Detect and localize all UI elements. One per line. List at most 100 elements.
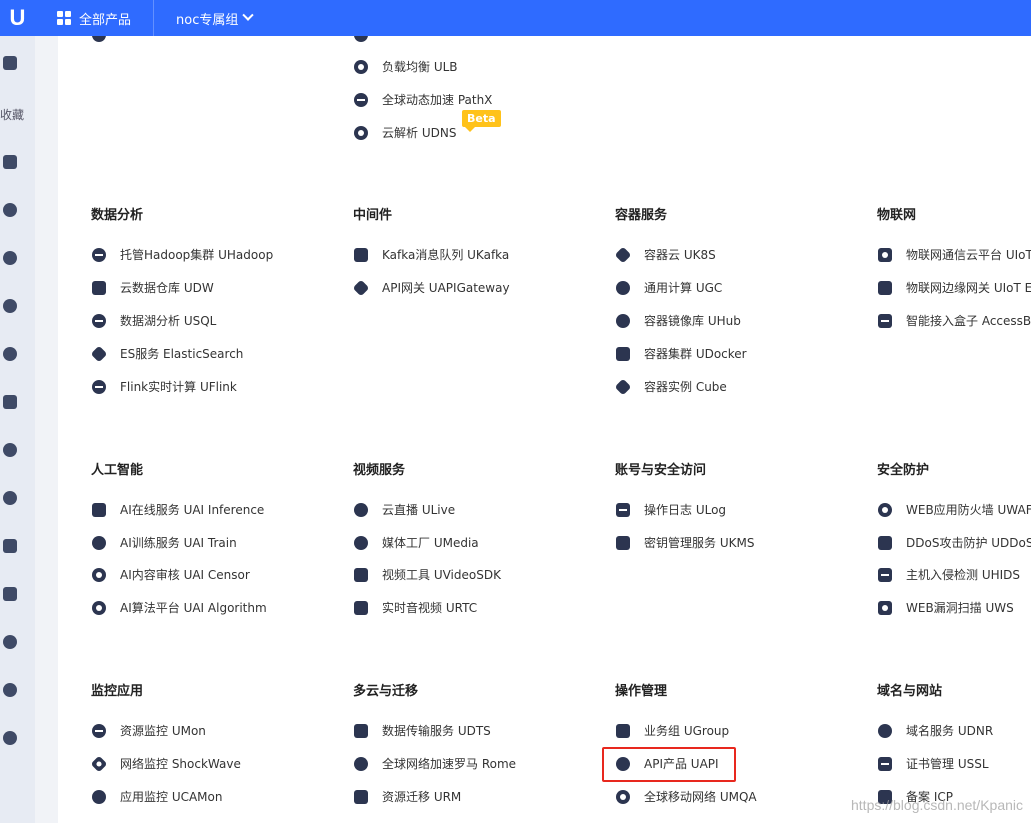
section-title: 视频服务 [353,463,406,478]
grid-icon [57,11,71,25]
sidebar-strip [35,36,58,823]
section-title: 数据分析 [91,208,144,223]
product-item[interactable]: 负载均衡 ULB [354,58,458,75]
product-item[interactable]: AI在线服务 UAI Inference [92,501,264,518]
product-item[interactable]: 云直播 ULive [354,501,455,518]
scan-icon [878,600,892,615]
flink-icon [92,379,106,394]
media-icon [354,535,368,550]
product-item[interactable]: 容器镜像库 UHub [616,312,741,329]
product-item[interactable]: 资源监控 UMon [92,722,206,739]
cluster-icon[interactable] [3,203,17,217]
lake-icon [92,313,106,328]
apps-icon[interactable] [3,539,17,553]
chevron-down-icon [242,9,255,21]
sidebar-favorites[interactable]: 收藏 [0,106,24,123]
globe-icon [878,723,892,738]
k8s-icon [614,246,632,263]
product-item[interactable]: 证书管理 USSL [878,755,989,772]
product-item[interactable]: WEB漏洞扫描 UWS [878,599,1014,616]
product-item[interactable]: API网关 UAPIGateway [352,279,510,296]
section-title: 监控应用 [91,684,144,699]
product-item[interactable]: 应用监控 UCAMon [92,788,223,805]
product-item[interactable]: ES服务 ElasticSearch [90,345,243,362]
mobile-network-icon [616,789,630,804]
product-item[interactable]: 资源迁移 URM [354,788,461,805]
product-item[interactable]: WEB应用防火墙 UWAF [878,501,1031,518]
highlight-box [602,747,736,782]
all-products-label: 全部产品 [79,12,132,28]
ddos-icon [878,535,892,550]
ai-algorithm-icon [92,600,106,615]
docker-icon [616,346,630,361]
log-icon [616,502,630,517]
load-balance-icon[interactable] [3,299,17,313]
product-item[interactable]: 容器实例 Cube [614,378,727,395]
cloud-icon [616,280,630,295]
dns-icon [354,125,368,140]
product-item[interactable]: AI算法平台 UAI Algorithm [92,599,267,616]
product-item[interactable]: 操作日志 ULog [616,501,726,518]
accelerate-icon[interactable] [3,347,17,361]
product-item[interactable]: 物联网通信云平台 UIoT [878,246,1031,263]
product-item[interactable]: DDoS攻击防护 UDDoS [878,534,1031,551]
document-icon[interactable] [3,395,17,409]
load-balance-icon [354,59,368,74]
product-item[interactable]: 托管Hadoop集群 UHadoop [92,246,273,263]
product-item[interactable]: 容器云 UK8S [614,246,716,263]
product-item[interactable]: 域名服务 UDNR [878,722,993,739]
users-icon[interactable] [3,635,17,649]
monitor-icon [92,723,106,738]
section-title: 域名与网站 [877,684,943,699]
section-title: 账号与安全访问 [615,463,707,478]
product-item[interactable]: 业务组 UGroup [616,722,729,739]
product-item[interactable]: Kafka消息队列 UKafka [354,246,509,263]
product-item[interactable]: 全球移动网络 UMQA [616,788,757,805]
product-item[interactable]: 全球动态加速 PathX [354,91,492,108]
product-item[interactable]: 全球网络加速罗马 Rome [354,755,516,772]
product-item[interactable]: 通用计算 UGC [616,279,722,296]
ai-censor-icon [92,567,106,582]
monitor-icon[interactable] [3,56,17,70]
product-item[interactable]: Flink实时计算 UFlink [92,378,237,395]
iot-icon [878,247,892,262]
product-item[interactable]: 网络监控 ShockWave [90,755,241,772]
watermark-text: https://blog.csdn.net/Kpanic [851,797,1023,813]
network-icon[interactable] [3,251,17,265]
product-item[interactable]: 物联网边缘网关 UIoT E [878,279,1031,296]
pulse-icon[interactable] [3,683,17,697]
certificate-icon [878,756,892,771]
app-monitor-icon [92,789,106,804]
product-item[interactable]: 云解析 UDNS [354,124,456,141]
product-item[interactable]: 实时音视频 URTC [354,599,477,616]
product-item[interactable]: 媒体工厂 UMedia [354,534,479,551]
settings-icon[interactable] [3,731,17,745]
project-label: noc专属组 [176,12,239,28]
product-item[interactable]: 数据传输服务 UDTS [354,722,491,739]
warehouse-icon [92,280,106,295]
migrate-icon [354,789,368,804]
server-icon[interactable] [3,155,17,169]
product-item[interactable]: AI内容审核 UAI Censor [92,566,250,583]
product-item[interactable]: 云数据仓库 UDW [92,279,214,296]
all-products-button[interactable]: 全部产品 [35,0,155,36]
product-item[interactable]: 视频工具 UVideoSDK [354,566,501,583]
product-item[interactable]: 主机入侵检测 UHIDS [878,566,1020,583]
product-item[interactable]: 智能接入盒子 AccessB [878,312,1031,329]
top-bar: U 全部产品 noc专属组 [0,0,1031,36]
section-title: 人工智能 [91,463,144,478]
gateway-icon [878,280,892,295]
product-item[interactable]: 密钥管理服务 UKMS [616,534,754,551]
cube-icon [614,378,632,395]
section-title: 中间件 [353,208,393,223]
database-icon[interactable] [3,491,17,505]
shield-icon[interactable] [3,587,17,601]
ai-icon[interactable] [3,443,17,457]
pathx-icon [354,92,368,107]
project-selector[interactable]: noc专属组 [154,0,274,36]
brand-logo[interactable]: U [0,0,35,36]
rtc-icon [354,600,368,615]
product-item[interactable]: 容器集群 UDocker [616,345,747,362]
product-item[interactable]: 数据湖分析 USQL [92,312,216,329]
product-item[interactable]: AI训练服务 UAI Train [92,534,237,551]
